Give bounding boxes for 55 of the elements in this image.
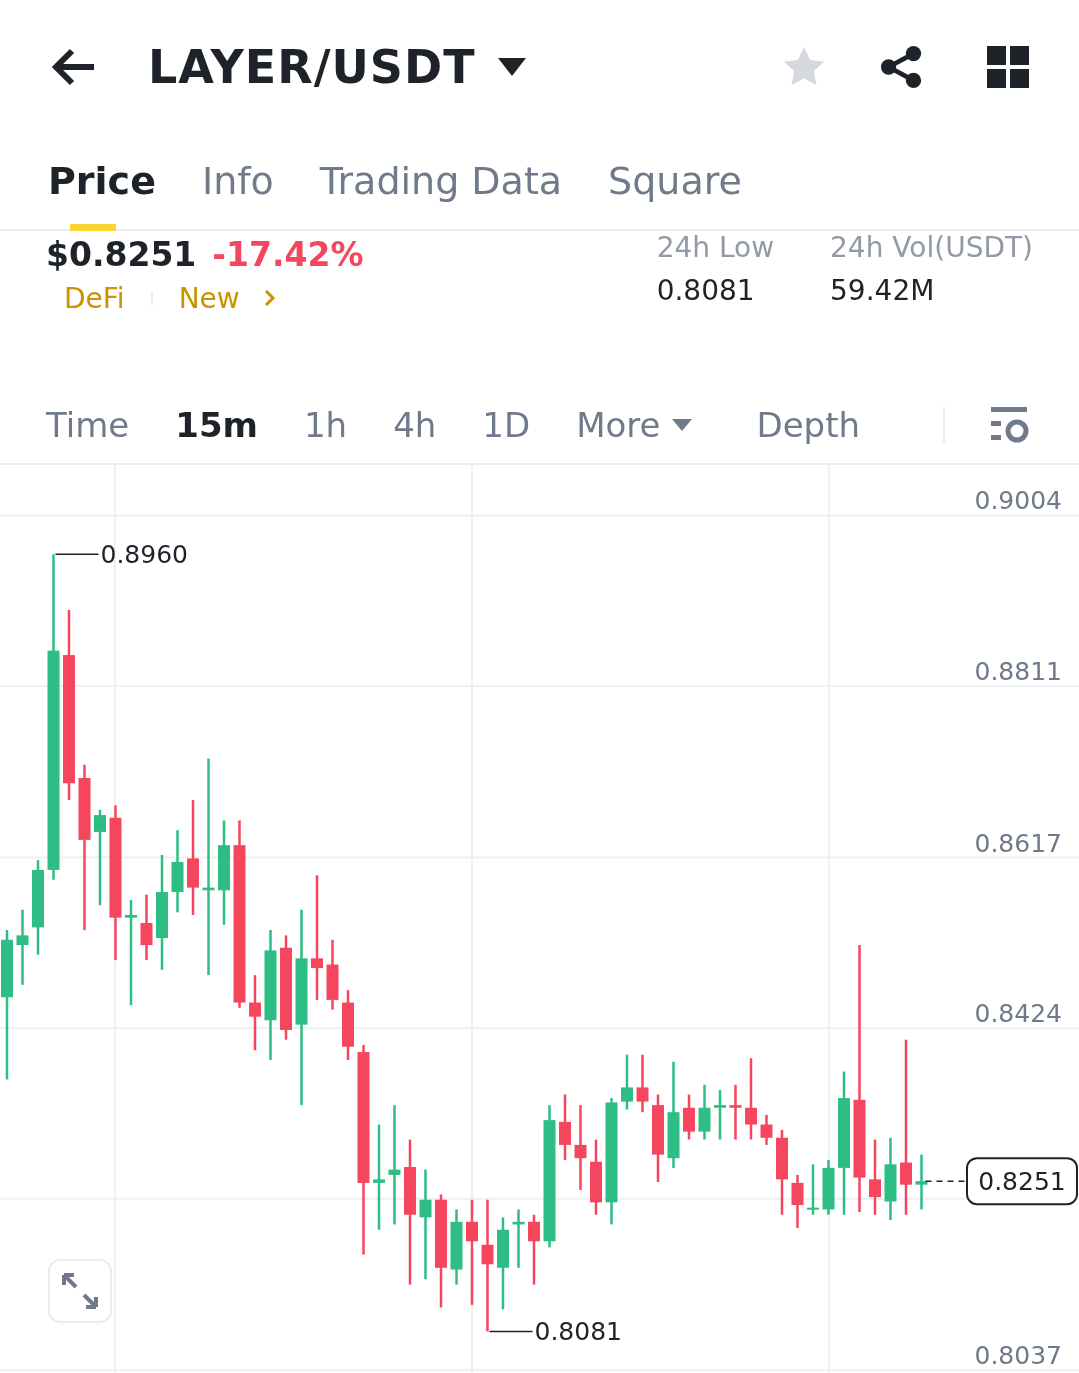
tab[interactable]: Square xyxy=(608,133,742,229)
category-tag[interactable]: New xyxy=(178,281,240,315)
last-price: $0.8251 xyxy=(46,234,197,274)
candlestick xyxy=(528,1214,540,1285)
leader-line xyxy=(924,1180,968,1182)
candlestick xyxy=(636,1054,649,1113)
interval-tab[interactable]: Time xyxy=(46,405,130,446)
tab[interactable]: Info xyxy=(201,133,274,229)
interval-tab[interactable]: 1h xyxy=(303,405,348,446)
candlestick xyxy=(791,1174,804,1228)
interval-tab[interactable]: More xyxy=(576,405,693,446)
stat-label: 24h Low xyxy=(656,230,775,264)
candlestick xyxy=(326,939,339,1010)
interval-tab[interactable]: 1D xyxy=(482,405,531,446)
chevron-icon[interactable] xyxy=(263,289,276,308)
candlestick xyxy=(621,1054,633,1110)
axis-label: 0.8617 xyxy=(974,828,1062,858)
candlestick xyxy=(342,990,354,1060)
interval-tab[interactable]: 15m xyxy=(175,405,258,446)
axis-label: 0.8037 xyxy=(974,1341,1062,1371)
caret-icon[interactable] xyxy=(497,58,526,76)
stat-value: 0.8081 xyxy=(656,273,756,307)
expand-icon xyxy=(61,1272,99,1310)
current-price: 0.8251 xyxy=(978,1167,1066,1197)
tab[interactable]: Trading Data xyxy=(319,133,563,229)
axis-label: 0.8424 xyxy=(974,999,1062,1029)
grid-icon[interactable] xyxy=(987,46,1029,88)
candlestick xyxy=(729,1084,742,1140)
candlestick xyxy=(807,1164,819,1215)
tab[interactable]: Price xyxy=(48,133,156,229)
stat-label: 24h Vol(USDT) xyxy=(830,230,1033,264)
candlestick xyxy=(140,894,153,961)
price-annotation: 0.8960 xyxy=(100,540,188,570)
candlestick xyxy=(559,1094,571,1160)
candlestick xyxy=(822,1159,835,1215)
candlestick xyxy=(714,1090,726,1140)
leader-line xyxy=(488,1330,534,1333)
pair-title: LAYER/USDT xyxy=(148,40,476,94)
leader-line xyxy=(54,553,100,556)
candlestick xyxy=(760,1114,773,1145)
axis-label: 0.9004 xyxy=(974,486,1062,516)
candlestick xyxy=(512,1209,525,1268)
interval-tab[interactable]: Depth xyxy=(756,405,860,446)
price-change: -17.42% xyxy=(212,234,364,274)
axis-label: 0.8811 xyxy=(974,657,1062,687)
category-tag[interactable]: DeFi xyxy=(64,281,125,315)
candlestick xyxy=(915,1154,928,1210)
candlestick xyxy=(698,1084,711,1140)
expand-button[interactable] xyxy=(48,1259,112,1323)
price-annotation: 0.8081 xyxy=(534,1317,622,1347)
candlestick xyxy=(683,1094,695,1140)
chart-settings-icon[interactable] xyxy=(991,407,1029,444)
interval-tab[interactable]: 4h xyxy=(393,405,437,446)
stat-value: 59.42M xyxy=(830,273,936,307)
caret-icon xyxy=(672,419,693,432)
